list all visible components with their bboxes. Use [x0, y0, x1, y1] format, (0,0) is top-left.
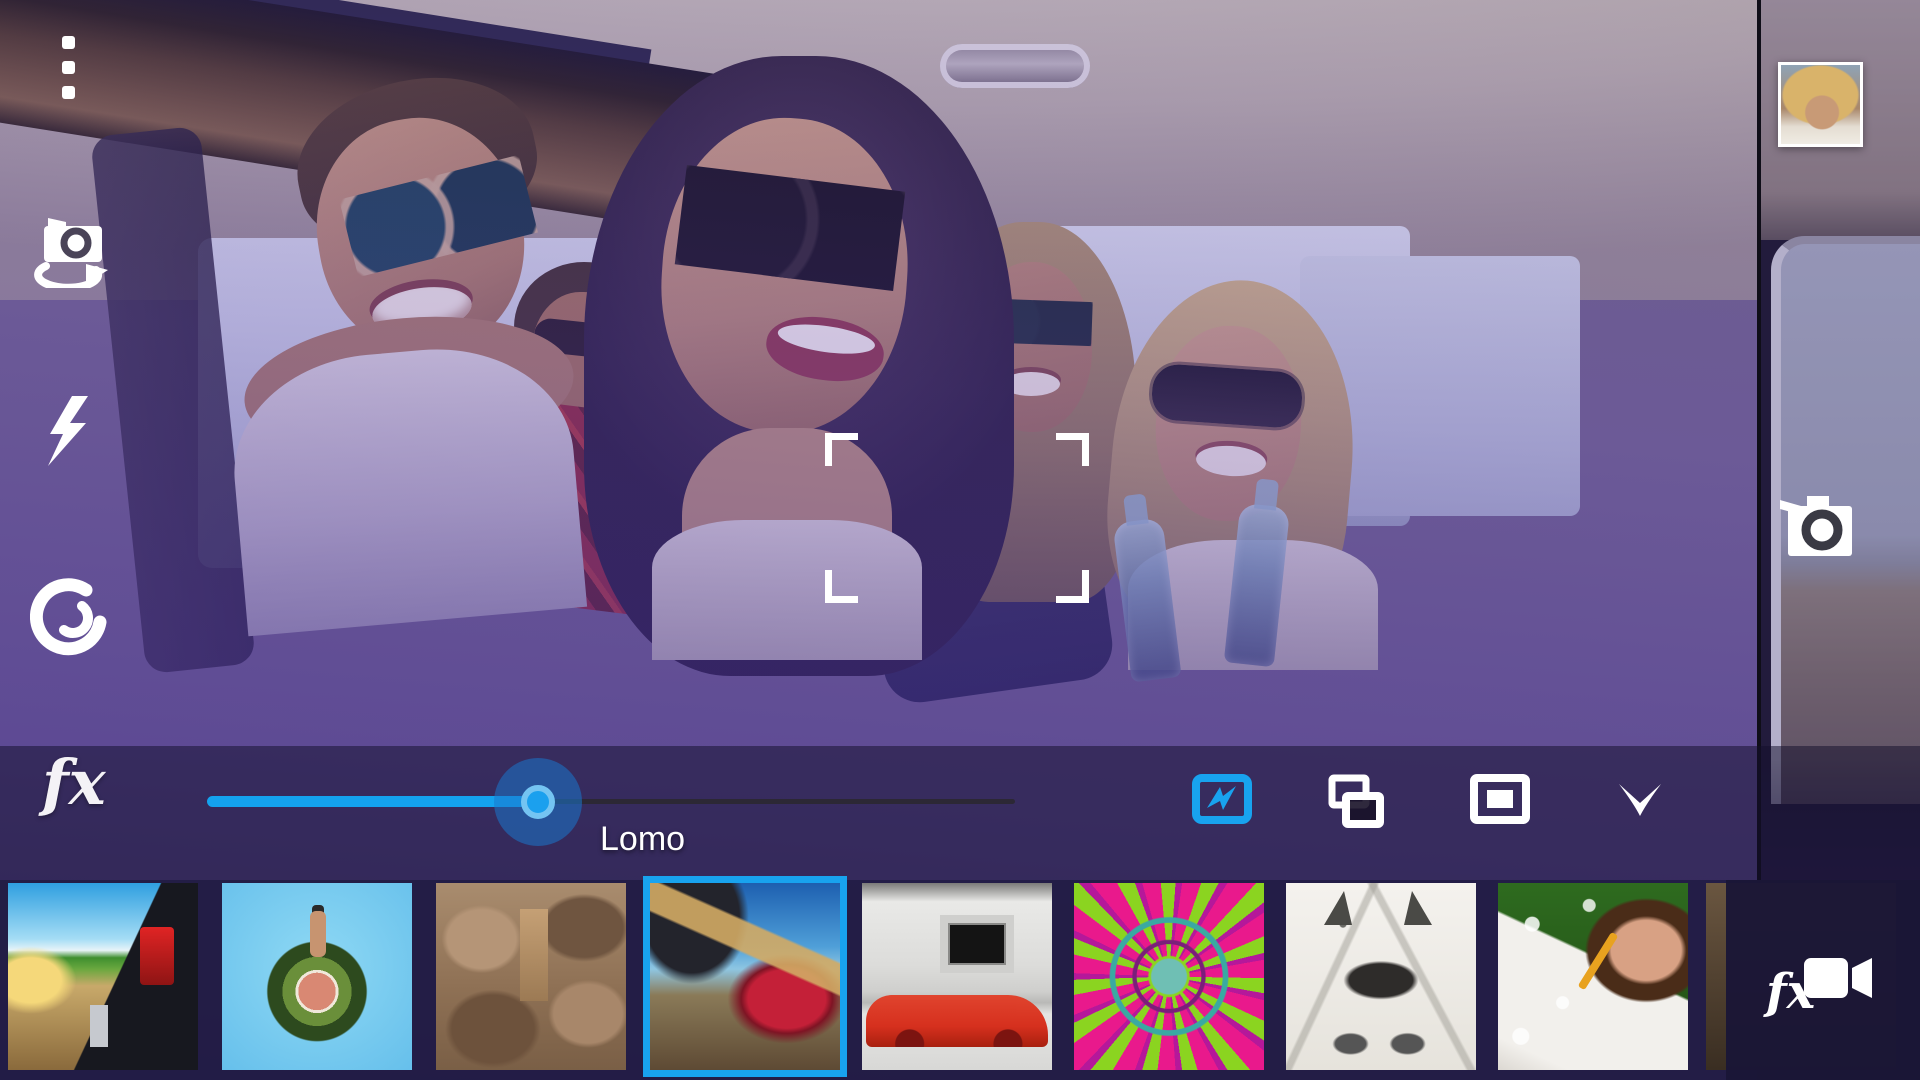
slider-fill [207, 796, 538, 807]
kebab-dot [62, 61, 75, 74]
selected-filter-label: Lomo [600, 820, 685, 859]
flip-camera-icon[interactable] [34, 208, 114, 288]
gallery-thumbnail[interactable] [1778, 62, 1863, 147]
filter-thumbnail-tiny-planet[interactable] [222, 883, 412, 1070]
video-fx-label: fx [1766, 964, 1815, 1020]
video-effects-button[interactable]: fx [1766, 950, 1876, 1020]
flash-icon[interactable] [42, 396, 94, 466]
filter-thumbnail-vivid-hdr-car[interactable] [8, 883, 198, 1070]
kebab-dot [62, 36, 75, 49]
fx-effects-button[interactable]: fx [42, 742, 106, 824]
filter-thumbnail-lomo-skateboard[interactable] [650, 883, 840, 1070]
filter-thumbnail-portrait-notebook[interactable] [1498, 883, 1688, 1070]
effects-bar: fx Lomo [0, 746, 1920, 880]
focus-corner-icon [825, 433, 858, 466]
filter-strip[interactable] [0, 880, 1920, 1080]
focus-frame [825, 433, 1089, 603]
filter-thumbnail-pencil-sketch-cat[interactable] [1286, 883, 1476, 1070]
overlay-frames-icon[interactable] [1328, 774, 1384, 828]
focus-corner-icon [825, 570, 858, 603]
focus-corner-icon [1056, 570, 1089, 603]
filter-thumbnail-color-splash-car[interactable] [862, 883, 1052, 1070]
kebab-menu-icon[interactable] [62, 36, 78, 111]
shutter-swirl-icon[interactable] [30, 576, 108, 656]
focus-corner-icon [1056, 433, 1089, 466]
chevron-down-icon[interactable] [1616, 782, 1664, 818]
filter-thumbnail-kaleidoscope[interactable] [1074, 883, 1264, 1070]
filter-thumbnail-tilt-shift-castle[interactable] [436, 883, 626, 1070]
border-frame-icon[interactable] [1470, 774, 1530, 824]
effect-intensity-toggle-active[interactable] [1192, 774, 1252, 824]
camera-shutter-icon[interactable] [1780, 496, 1858, 562]
video-effects-rail: fx [1726, 880, 1920, 1080]
kebab-dot [62, 86, 75, 99]
